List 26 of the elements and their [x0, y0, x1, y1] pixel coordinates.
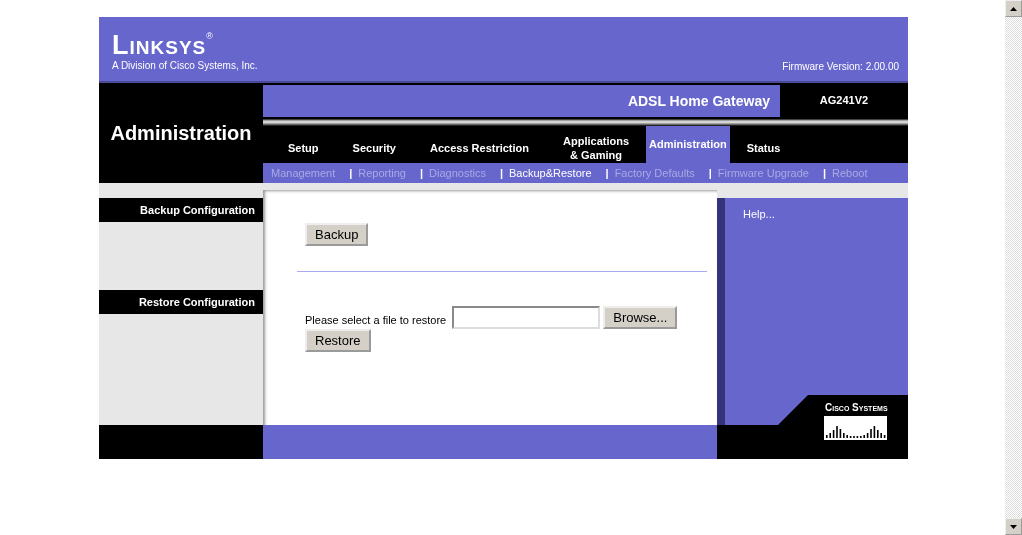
model-name: AG241V2 [818, 93, 870, 108]
firmware-version: Firmware Version: 2.00.00 [782, 61, 899, 72]
nav-tab[interactable]: Administration [646, 125, 730, 163]
browse-button[interactable]: Browse... [603, 306, 678, 329]
separator: | [605, 166, 609, 179]
section-heading: Backup Configuration [99, 198, 263, 222]
file-field[interactable] [452, 306, 601, 329]
separator: | [499, 166, 503, 179]
product-name: ADSL Home Gateway [263, 85, 780, 118]
backup-button[interactable]: Backup [305, 223, 369, 246]
scroll-down-icon[interactable] [1005, 518, 1022, 535]
separator: | [708, 166, 712, 179]
file-label: Please select a file to restore [305, 314, 447, 326]
separator: | [822, 166, 826, 179]
separator: | [349, 166, 353, 179]
subnav-link[interactable]: Backup&Restore [509, 166, 592, 179]
restore-button[interactable]: Restore [305, 329, 371, 352]
section-heading: Restore Configuration [99, 290, 263, 314]
help-link[interactable]: Help... [743, 208, 775, 220]
separator: | [420, 166, 424, 179]
scrollbar[interactable] [1005, 0, 1022, 535]
registered-mark: ® [206, 31, 213, 41]
scroll-up-icon[interactable] [1005, 0, 1022, 17]
cisco-logo-text: Cisco Systems [825, 402, 888, 413]
tagline: A Division of Cisco Systems, Inc. [112, 60, 258, 71]
section-title: Administration [110, 121, 252, 145]
